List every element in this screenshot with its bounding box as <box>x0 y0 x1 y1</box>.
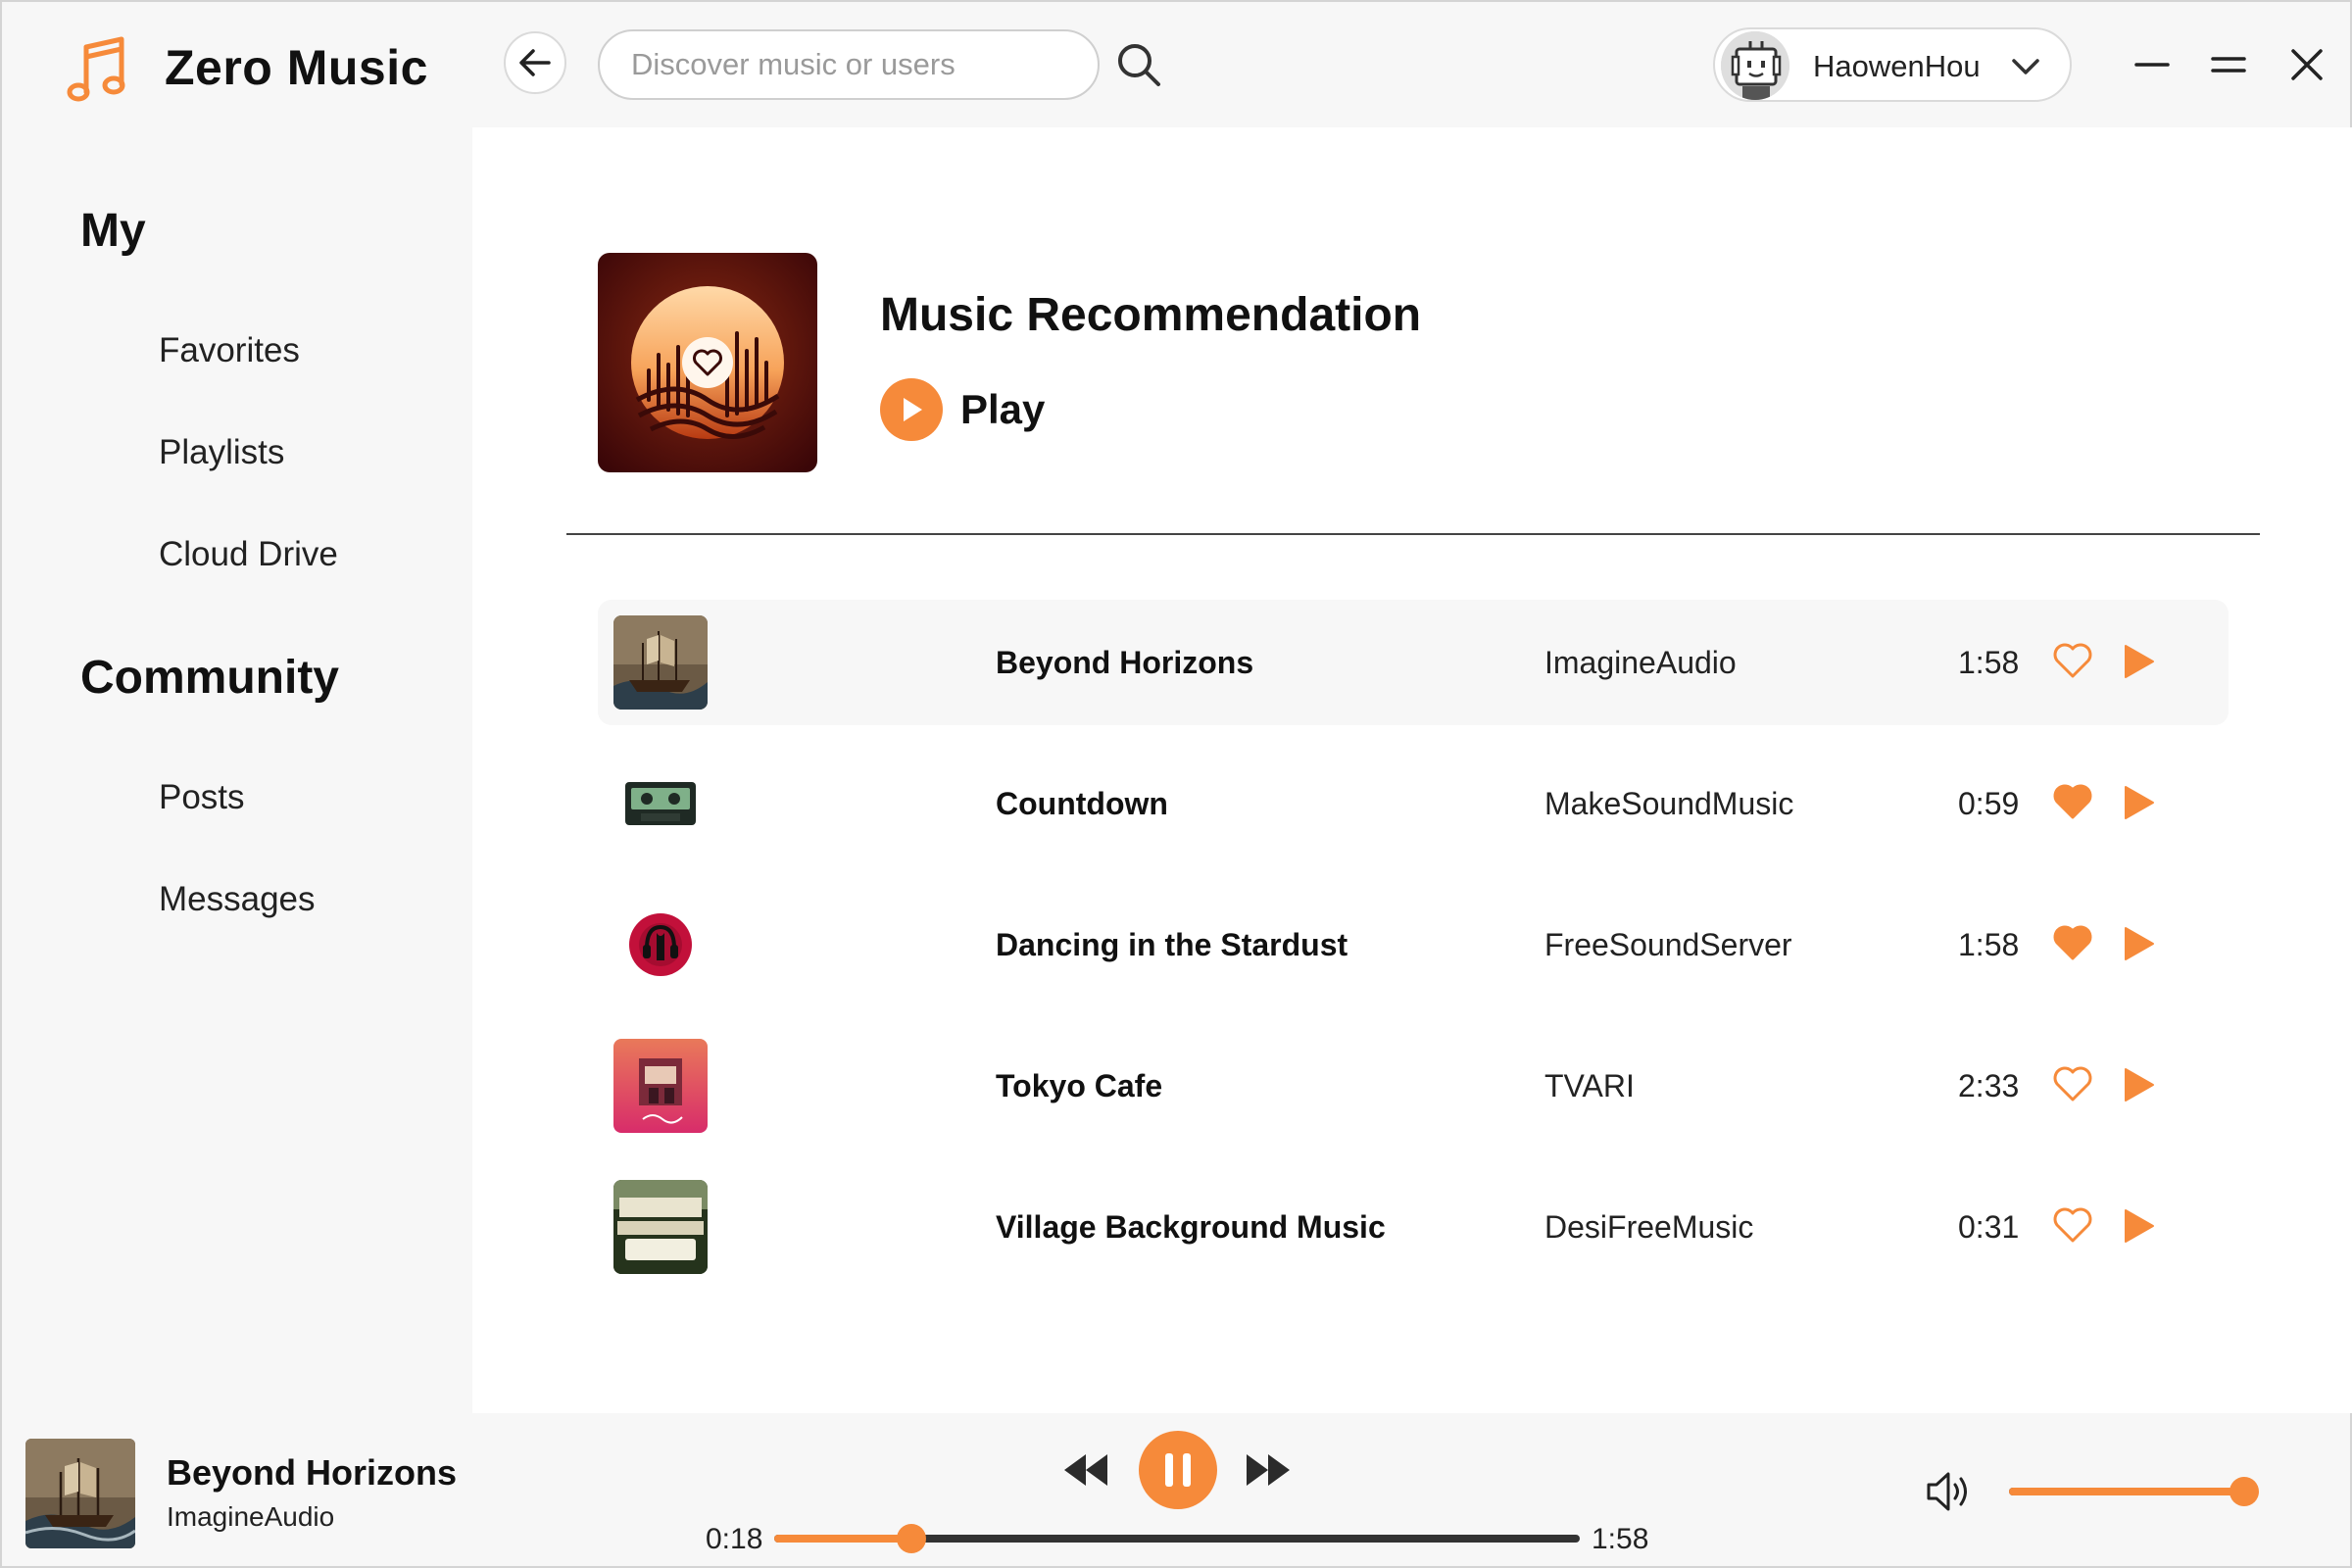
heart-icon[interactable] <box>2052 923 2093 962</box>
sidebar: My Favorites Playlists Cloud Drive Commu… <box>2 127 472 1413</box>
music-note-icon <box>67 36 125 102</box>
track-duration: 2:33 <box>1958 1068 2020 1103</box>
play-icon[interactable] <box>2123 784 2156 821</box>
track-artist[interactable]: FreeSoundServer <box>1544 927 1792 963</box>
track-row[interactable]: Beyond Horizons ImagineAudio 1:58 <box>598 600 2229 725</box>
track-title: Tokyo Cafe <box>996 1068 1163 1103</box>
pause-icon <box>1165 1453 1191 1487</box>
minimize-icon[interactable] <box>2129 41 2176 88</box>
progress-handle[interactable] <box>896 1524 926 1553</box>
robot-avatar-icon <box>1721 31 1789 100</box>
now-playing-title: Beyond Horizons <box>167 1452 458 1493</box>
play-icon[interactable] <box>2123 1066 2156 1103</box>
sidebar-item-favorites[interactable]: Favorites <box>159 331 300 370</box>
play-all-label: Play <box>960 386 1046 432</box>
volume-slider[interactable] <box>2009 1477 2259 1506</box>
chevron-down-icon <box>2012 59 2039 74</box>
now-playing-artist: ImagineAudio <box>167 1501 335 1532</box>
heart-icon[interactable] <box>2052 1205 2093 1245</box>
track-title: Countdown <box>996 786 1168 821</box>
time-total: 1:58 <box>1592 1523 1649 1555</box>
playlist-cover <box>598 253 817 472</box>
track-row[interactable]: Village Background Music DesiFreeMusic 0:3… <box>598 1164 2229 1290</box>
heart-icon[interactable] <box>2052 1064 2093 1103</box>
track-title: Dancing in the Stardust <box>996 927 1348 962</box>
volume-fill <box>2009 1488 2244 1495</box>
play-icon <box>880 378 943 441</box>
play-all-button[interactable]: Play <box>880 376 1045 443</box>
track-artist[interactable]: ImagineAudio <box>1544 645 1737 681</box>
main-content: Music Recommendation Play Beyond Horizon… <box>472 127 2352 1413</box>
track-duration: 0:59 <box>1958 786 2020 821</box>
track-artist[interactable]: DesiFreeMusic <box>1544 1209 1753 1246</box>
sidebar-item-cloud-drive[interactable]: Cloud Drive <box>159 535 338 574</box>
track-title: Beyond Horizons <box>996 645 1254 680</box>
sidebar-item-playlists[interactable]: Playlists <box>159 433 284 472</box>
play-icon[interactable] <box>2123 925 2156 962</box>
search-icon[interactable] <box>1115 41 1162 88</box>
speaker-icon[interactable] <box>1923 1466 1974 1517</box>
pirate-ship-art <box>25 1439 135 1548</box>
heart-icon[interactable] <box>2052 641 2093 680</box>
track-row[interactable]: Tokyo Cafe TVARI 2:33 <box>598 1023 2229 1149</box>
user-menu[interactable]: HaowenHou <box>1713 27 2072 102</box>
track-artwork <box>613 1180 708 1274</box>
track-artwork <box>613 757 708 851</box>
volume-handle[interactable] <box>2230 1477 2259 1506</box>
search-input[interactable] <box>598 29 1100 100</box>
track-artist[interactable]: TVARI <box>1544 1068 1635 1104</box>
progress-fill <box>774 1535 911 1543</box>
rewind-icon[interactable] <box>1060 1450 1111 1490</box>
fast-forward-icon[interactable] <box>1243 1450 1294 1490</box>
time-current: 0:18 <box>706 1523 763 1555</box>
heart-icon[interactable] <box>2052 782 2093 821</box>
title-bar: Zero Music Discover music or users Haowe… <box>2 2 2352 127</box>
track-title: Village Background Music <box>996 1209 1386 1245</box>
track-artwork <box>613 898 708 992</box>
track-duration: 0:31 <box>1958 1209 2020 1245</box>
play-icon[interactable] <box>2123 643 2156 680</box>
track-artwork <box>613 1039 708 1133</box>
play-icon[interactable] <box>2123 1207 2156 1245</box>
track-row[interactable]: Countdown MakeSoundMusic 0:59 <box>598 741 2229 866</box>
app-name: Zero Music <box>165 40 428 95</box>
close-icon[interactable] <box>2283 41 2330 88</box>
now-playing-artwork <box>25 1439 135 1548</box>
playlist-title: Music Recommendation <box>880 289 1422 341</box>
player-bar: Beyond Horizons ImagineAudio 0:18 1:58 <box>2 1413 2352 1568</box>
sidebar-item-messages[interactable]: Messages <box>159 880 316 919</box>
sidebar-section-community: Community <box>80 652 339 704</box>
track-artist[interactable]: MakeSoundMusic <box>1544 786 1793 822</box>
app-window: Zero Music Discover music or users Haowe… <box>0 0 2352 1568</box>
pause-button[interactable] <box>1139 1431 1217 1509</box>
arrow-left-icon <box>519 49 551 76</box>
track-row[interactable]: Dancing in the Stardust FreeSoundServer 1:… <box>598 882 2229 1007</box>
maximize-icon[interactable] <box>2205 41 2252 88</box>
sidebar-item-posts[interactable]: Posts <box>159 778 245 817</box>
track-artwork <box>613 615 708 710</box>
username: HaowenHou <box>1813 49 1981 83</box>
vinyl-heart-icon <box>598 253 817 472</box>
back-button[interactable] <box>504 31 566 94</box>
progress-slider[interactable] <box>774 1524 1580 1553</box>
divider <box>566 533 2260 535</box>
track-duration: 1:58 <box>1958 927 2020 962</box>
sidebar-section-my: My <box>80 205 146 257</box>
track-duration: 1:58 <box>1958 645 2020 680</box>
